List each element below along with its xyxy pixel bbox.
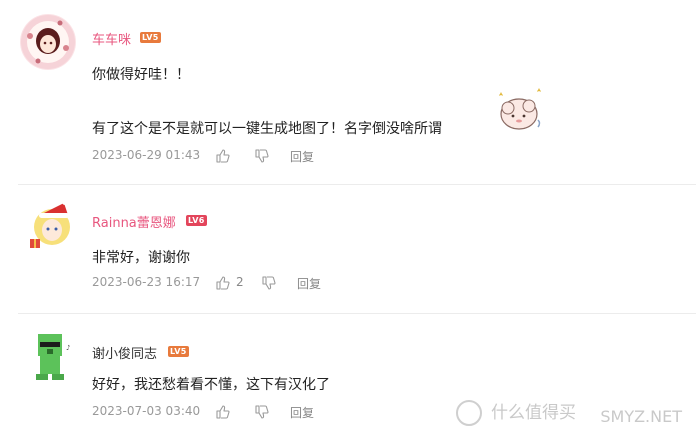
sheep-sticker-image	[493, 86, 545, 136]
reply-button[interactable]: 回复	[290, 404, 314, 421]
thumbs-up-icon[interactable]	[216, 148, 230, 163]
username[interactable]: 车车咪	[92, 29, 131, 48]
comment-text-line: 有了这个是不是就可以一键生成地图了！名字倒没啥所谓	[92, 121, 442, 137]
reply-button[interactable]: 回复	[290, 148, 314, 165]
comment-1: 车车咪 LV5 你做得好哇！！ 有了这个是不是就可以一键生成地图了！名字倒没啥所…	[0, 0, 696, 184]
comment-text-line: 你做得好哇！！	[92, 67, 190, 83]
watermark-domain: SMYZ.NET	[600, 407, 682, 426]
watermark: 什么值得买	[455, 398, 576, 426]
timestamp: 2023-06-23 16:17	[92, 275, 201, 289]
timestamp: 2023-06-29 01:43	[92, 148, 201, 162]
timestamp: 2023-07-03 03:40	[92, 404, 201, 418]
like-count: 2	[236, 275, 244, 289]
level-badge: LV5	[168, 346, 189, 357]
level-badge: LV5	[140, 32, 161, 43]
comment-text-line: 非常好，谢谢你	[92, 250, 190, 266]
thumbs-down-icon[interactable]	[255, 148, 269, 163]
username[interactable]: Rainna蕾恩娜	[92, 212, 176, 231]
watermark-logo-icon	[455, 400, 482, 426]
thumbs-up-icon[interactable]	[216, 404, 230, 419]
level-badge: LV6	[186, 215, 207, 226]
username[interactable]: 谢小俊同志	[92, 343, 157, 362]
thumbs-up-icon[interactable]	[216, 275, 230, 290]
avatar[interactable]	[20, 14, 76, 70]
comment-2: Rainna蕾恩娜 LV6 非常好，谢谢你 2023-06-23 16:17 2…	[0, 185, 696, 313]
thumbs-down-icon[interactable]	[255, 404, 269, 419]
avatar[interactable]: ♪	[26, 330, 78, 382]
reply-button[interactable]: 回复	[297, 275, 321, 292]
watermark-text: 什么值得买	[491, 403, 576, 423]
comment-text-line: 好好，我还愁着看不懂，这下有汉化了	[92, 377, 330, 393]
thumbs-down-icon[interactable]	[262, 275, 276, 290]
comment-3: ♪ 谢小俊同志 LV5 好好，我还愁着看不懂，这下有汉化了 2023-07-03…	[0, 314, 696, 438]
avatar[interactable]	[24, 197, 80, 253]
svg-text:♪: ♪	[66, 344, 70, 352]
